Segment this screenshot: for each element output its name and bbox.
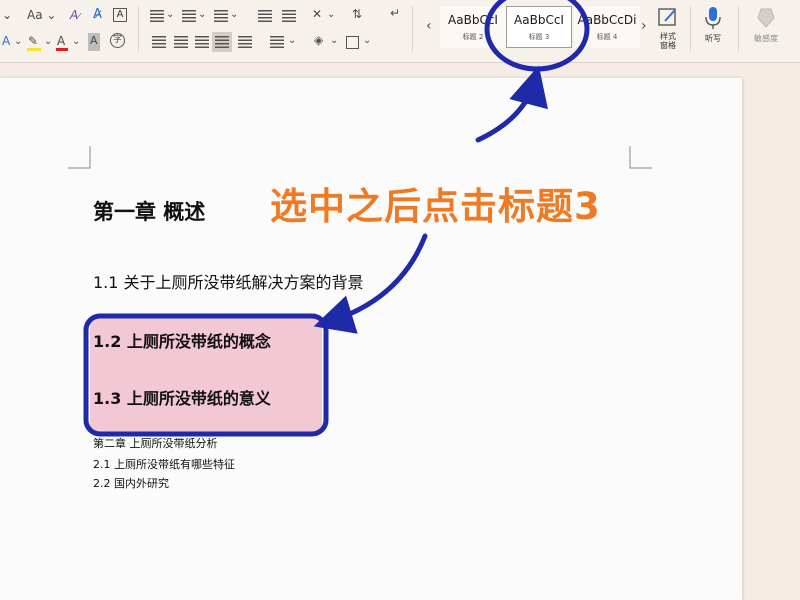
- text-effects-icon[interactable]: A̷: [93, 7, 102, 25]
- increase-indent-icon[interactable]: [282, 10, 296, 22]
- chevron-down-icon[interactable]: ⌄: [166, 7, 174, 25]
- sensitivity-icon: [757, 8, 775, 28]
- style-preview: AaBbCcDi: [577, 13, 637, 27]
- chevron-down-icon[interactable]: ⌄: [44, 34, 52, 52]
- divider: [412, 6, 413, 52]
- chevron-down-icon[interactable]: ⌄: [363, 33, 371, 51]
- multilevel-list-icon[interactable]: [214, 10, 228, 22]
- style-heading-4[interactable]: AaBbCcDi 标题 4: [574, 6, 640, 48]
- styles-pane-label: 窗格: [660, 41, 676, 50]
- divider: [738, 6, 739, 52]
- show-marks-icon[interactable]: ↵: [390, 5, 400, 23]
- line-spacing-icon[interactable]: [270, 36, 284, 48]
- borders-icon[interactable]: [346, 36, 359, 49]
- font-color-swatch: [56, 48, 68, 51]
- dictate-button[interactable]: 听写: [700, 6, 726, 43]
- char-border-icon[interactable]: A: [113, 8, 127, 22]
- font-size-dropdown-icon[interactable]: ⌄: [2, 7, 16, 25]
- microphone-icon: [705, 7, 721, 29]
- chevron-down-icon[interactable]: ⌄: [72, 34, 80, 52]
- section-1-2[interactable]: 1.2 上厕所没带纸的概念: [93, 328, 271, 352]
- align-center-icon[interactable]: [174, 36, 188, 48]
- section-1-1[interactable]: 1.1 关于上厕所没带纸解决方案的背景: [93, 269, 364, 293]
- styles-gallery: AaBbCcI 标题 2 AaBbCcI 标题 3 AaBbCcDi 标题 4: [440, 4, 650, 52]
- style-name: 标题 2: [462, 33, 484, 41]
- annotation-text: 选中之后点击标题3: [270, 185, 601, 228]
- align-left-icon[interactable]: [152, 36, 166, 48]
- section-1-3[interactable]: 1.3 上厕所没带纸的意义: [93, 385, 271, 409]
- font-color-picker-icon[interactable]: A: [2, 33, 10, 51]
- clear-format-icon[interactable]: A⁄: [70, 7, 80, 25]
- style-heading-3[interactable]: AaBbCcI 标题 3: [506, 6, 572, 48]
- bullets-icon[interactable]: [150, 10, 164, 22]
- chevron-down-icon[interactable]: ⌄: [14, 34, 22, 52]
- align-right-icon[interactable]: [195, 36, 209, 48]
- chevron-down-icon[interactable]: ⌄: [327, 7, 335, 25]
- highlight-color-swatch: [27, 48, 41, 51]
- char-shading-icon[interactable]: A: [88, 33, 100, 51]
- document-page[interactable]: 第一章 概述 1.1 关于上厕所没带纸解决方案的背景 1.2 上厕所没带纸的概念…: [0, 78, 742, 600]
- chevron-down-icon: ⌄: [42, 8, 57, 22]
- divider: [690, 6, 691, 52]
- gallery-left-arrow-icon[interactable]: ‹: [426, 18, 432, 36]
- font-size-button[interactable]: Aa ⌄: [27, 7, 56, 25]
- style-name: 标题 4: [596, 33, 618, 41]
- enclose-char-icon[interactable]: 字: [110, 33, 125, 48]
- style-heading-2[interactable]: AaBbCcI 标题 2: [440, 6, 506, 48]
- section-2-1[interactable]: 2.1 上厕所没带纸有哪些特征: [93, 456, 235, 472]
- styles-pane-button[interactable]: 样式 窗格: [655, 6, 681, 50]
- style-preview: AaBbCcI: [448, 13, 498, 27]
- ribbon-toolbar: ⌄ Aa ⌄ A⁄ A̷ A A ⌄ ✎ ⌄ A ⌄ A 字 ⌄ ⌄ ⌄ ✕ ⌄…: [0, 0, 800, 63]
- numbering-icon[interactable]: [182, 10, 196, 22]
- chevron-down-icon[interactable]: ⌄: [198, 7, 206, 25]
- page-corner-mark: [68, 146, 91, 169]
- sort-icon[interactable]: ⇅: [352, 6, 362, 24]
- chevron-down-icon[interactable]: ⌄: [230, 7, 238, 25]
- sensitivity-button[interactable]: 敏感度: [748, 6, 784, 43]
- chapter-1-heading[interactable]: 第一章 概述: [93, 196, 205, 226]
- sensitivity-label: 敏感度: [754, 34, 778, 43]
- chevron-down-icon[interactable]: ⌄: [288, 33, 296, 51]
- justify-icon: [215, 36, 229, 48]
- distributed-icon[interactable]: [238, 36, 252, 48]
- gallery-right-arrow-icon[interactable]: ›: [641, 18, 647, 36]
- styles-pane-icon: [658, 8, 676, 26]
- shading-icon[interactable]: ◈: [314, 32, 323, 50]
- chevron-down-icon[interactable]: ⌄: [330, 33, 338, 51]
- chapter-2-heading[interactable]: 第二章 上厕所没带纸分析: [93, 435, 218, 451]
- dictate-label: 听写: [705, 34, 721, 43]
- decrease-indent-icon[interactable]: [258, 10, 272, 22]
- styles-pane-label: 样式: [660, 32, 676, 41]
- divider: [138, 6, 139, 52]
- style-name: 标题 3: [528, 33, 550, 41]
- page-corner-mark: [629, 146, 652, 169]
- style-preview: AaBbCcI: [514, 13, 564, 27]
- section-2-2[interactable]: 2.2 国内外研究: [93, 475, 169, 491]
- chinese-layout-icon[interactable]: ✕: [312, 6, 322, 24]
- font-size-label: Aa: [27, 8, 43, 22]
